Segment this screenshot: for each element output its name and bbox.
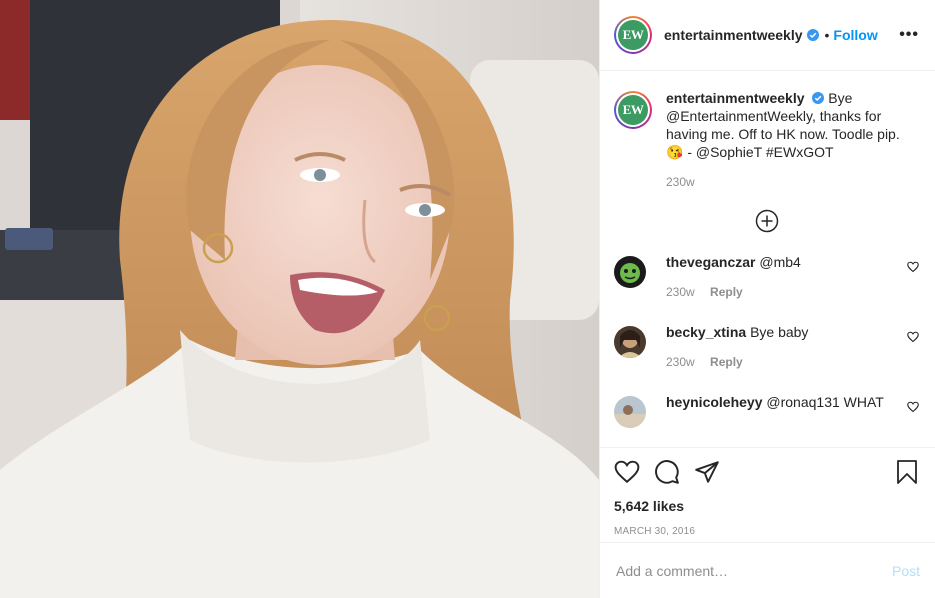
likes-count[interactable]: 5,642 likes	[614, 498, 919, 514]
comments-scroll-area[interactable]: EW entertainmentweekly Bye @Entertainmen…	[600, 71, 935, 447]
post-photo[interactable]	[0, 0, 599, 598]
post-sidebar: EW entertainmentweekly • Follow ••• EW e…	[599, 0, 935, 598]
selfie-illustration	[0, 0, 599, 598]
caption-avatar[interactable]: EW	[614, 91, 652, 129]
commenter-username[interactable]: becky_xtina	[666, 324, 746, 340]
commenter-username[interactable]: theveganczar	[666, 254, 755, 270]
comment-time[interactable]: 230w	[666, 285, 695, 299]
comment-like-heart-icon[interactable]	[907, 401, 919, 413]
instagram-post: EW entertainmentweekly • Follow ••• EW e…	[0, 0, 935, 598]
commenter-avatar[interactable]	[614, 396, 646, 428]
comment-item: heynicoleheyy @ronaq131 WHAT	[614, 393, 919, 428]
author-username[interactable]: entertainmentweekly	[664, 27, 803, 43]
commenter-avatar[interactable]	[614, 326, 646, 358]
comment-text: @mb4	[759, 254, 801, 270]
comment-item: theveganczar @mb4 230w Reply	[614, 253, 919, 301]
comment-text: Bye baby	[750, 324, 809, 340]
reply-button[interactable]: Reply	[710, 285, 743, 299]
comment-input[interactable]	[616, 562, 892, 579]
plus-circle-icon[interactable]	[755, 209, 779, 233]
comment-like-heart-icon[interactable]	[907, 331, 919, 343]
like-heart-icon[interactable]	[614, 459, 640, 485]
verified-badge-icon	[812, 92, 825, 104]
save-bookmark-icon[interactable]	[895, 459, 919, 485]
separator-dot: •	[824, 27, 830, 43]
verified-badge-icon	[806, 29, 819, 41]
more-options-icon[interactable]: •••	[899, 26, 919, 44]
post-comment-button[interactable]: Post	[892, 563, 920, 579]
commenter-avatar[interactable]	[614, 256, 646, 288]
caption: EW entertainmentweekly Bye @Entertainmen…	[614, 89, 919, 191]
commenter-username[interactable]: heynicoleheyy	[666, 394, 763, 410]
caption-username[interactable]: entertainmentweekly	[666, 90, 805, 106]
post-header: EW entertainmentweekly • Follow •••	[600, 0, 935, 71]
ew-logo: EW	[618, 20, 648, 50]
ew-logo: EW	[618, 95, 648, 125]
add-comment-bar: Post	[600, 542, 935, 598]
comment-item: becky_xtina Bye baby 230w Reply	[614, 323, 919, 371]
follow-button[interactable]: Follow	[833, 27, 877, 43]
comment-bubble-icon[interactable]	[654, 459, 680, 485]
comment-time[interactable]: 230w	[666, 355, 695, 369]
post-date[interactable]: MARCH 30, 2016	[614, 526, 919, 537]
reply-button[interactable]: Reply	[710, 355, 743, 369]
comment-like-heart-icon[interactable]	[907, 261, 919, 273]
caption-time[interactable]: 230w	[666, 173, 906, 191]
comment-text: @ronaq131 WHAT	[766, 394, 884, 410]
author-avatar[interactable]: EW	[614, 16, 652, 54]
load-more-comments[interactable]	[614, 209, 919, 233]
share-send-icon[interactable]	[694, 459, 720, 485]
